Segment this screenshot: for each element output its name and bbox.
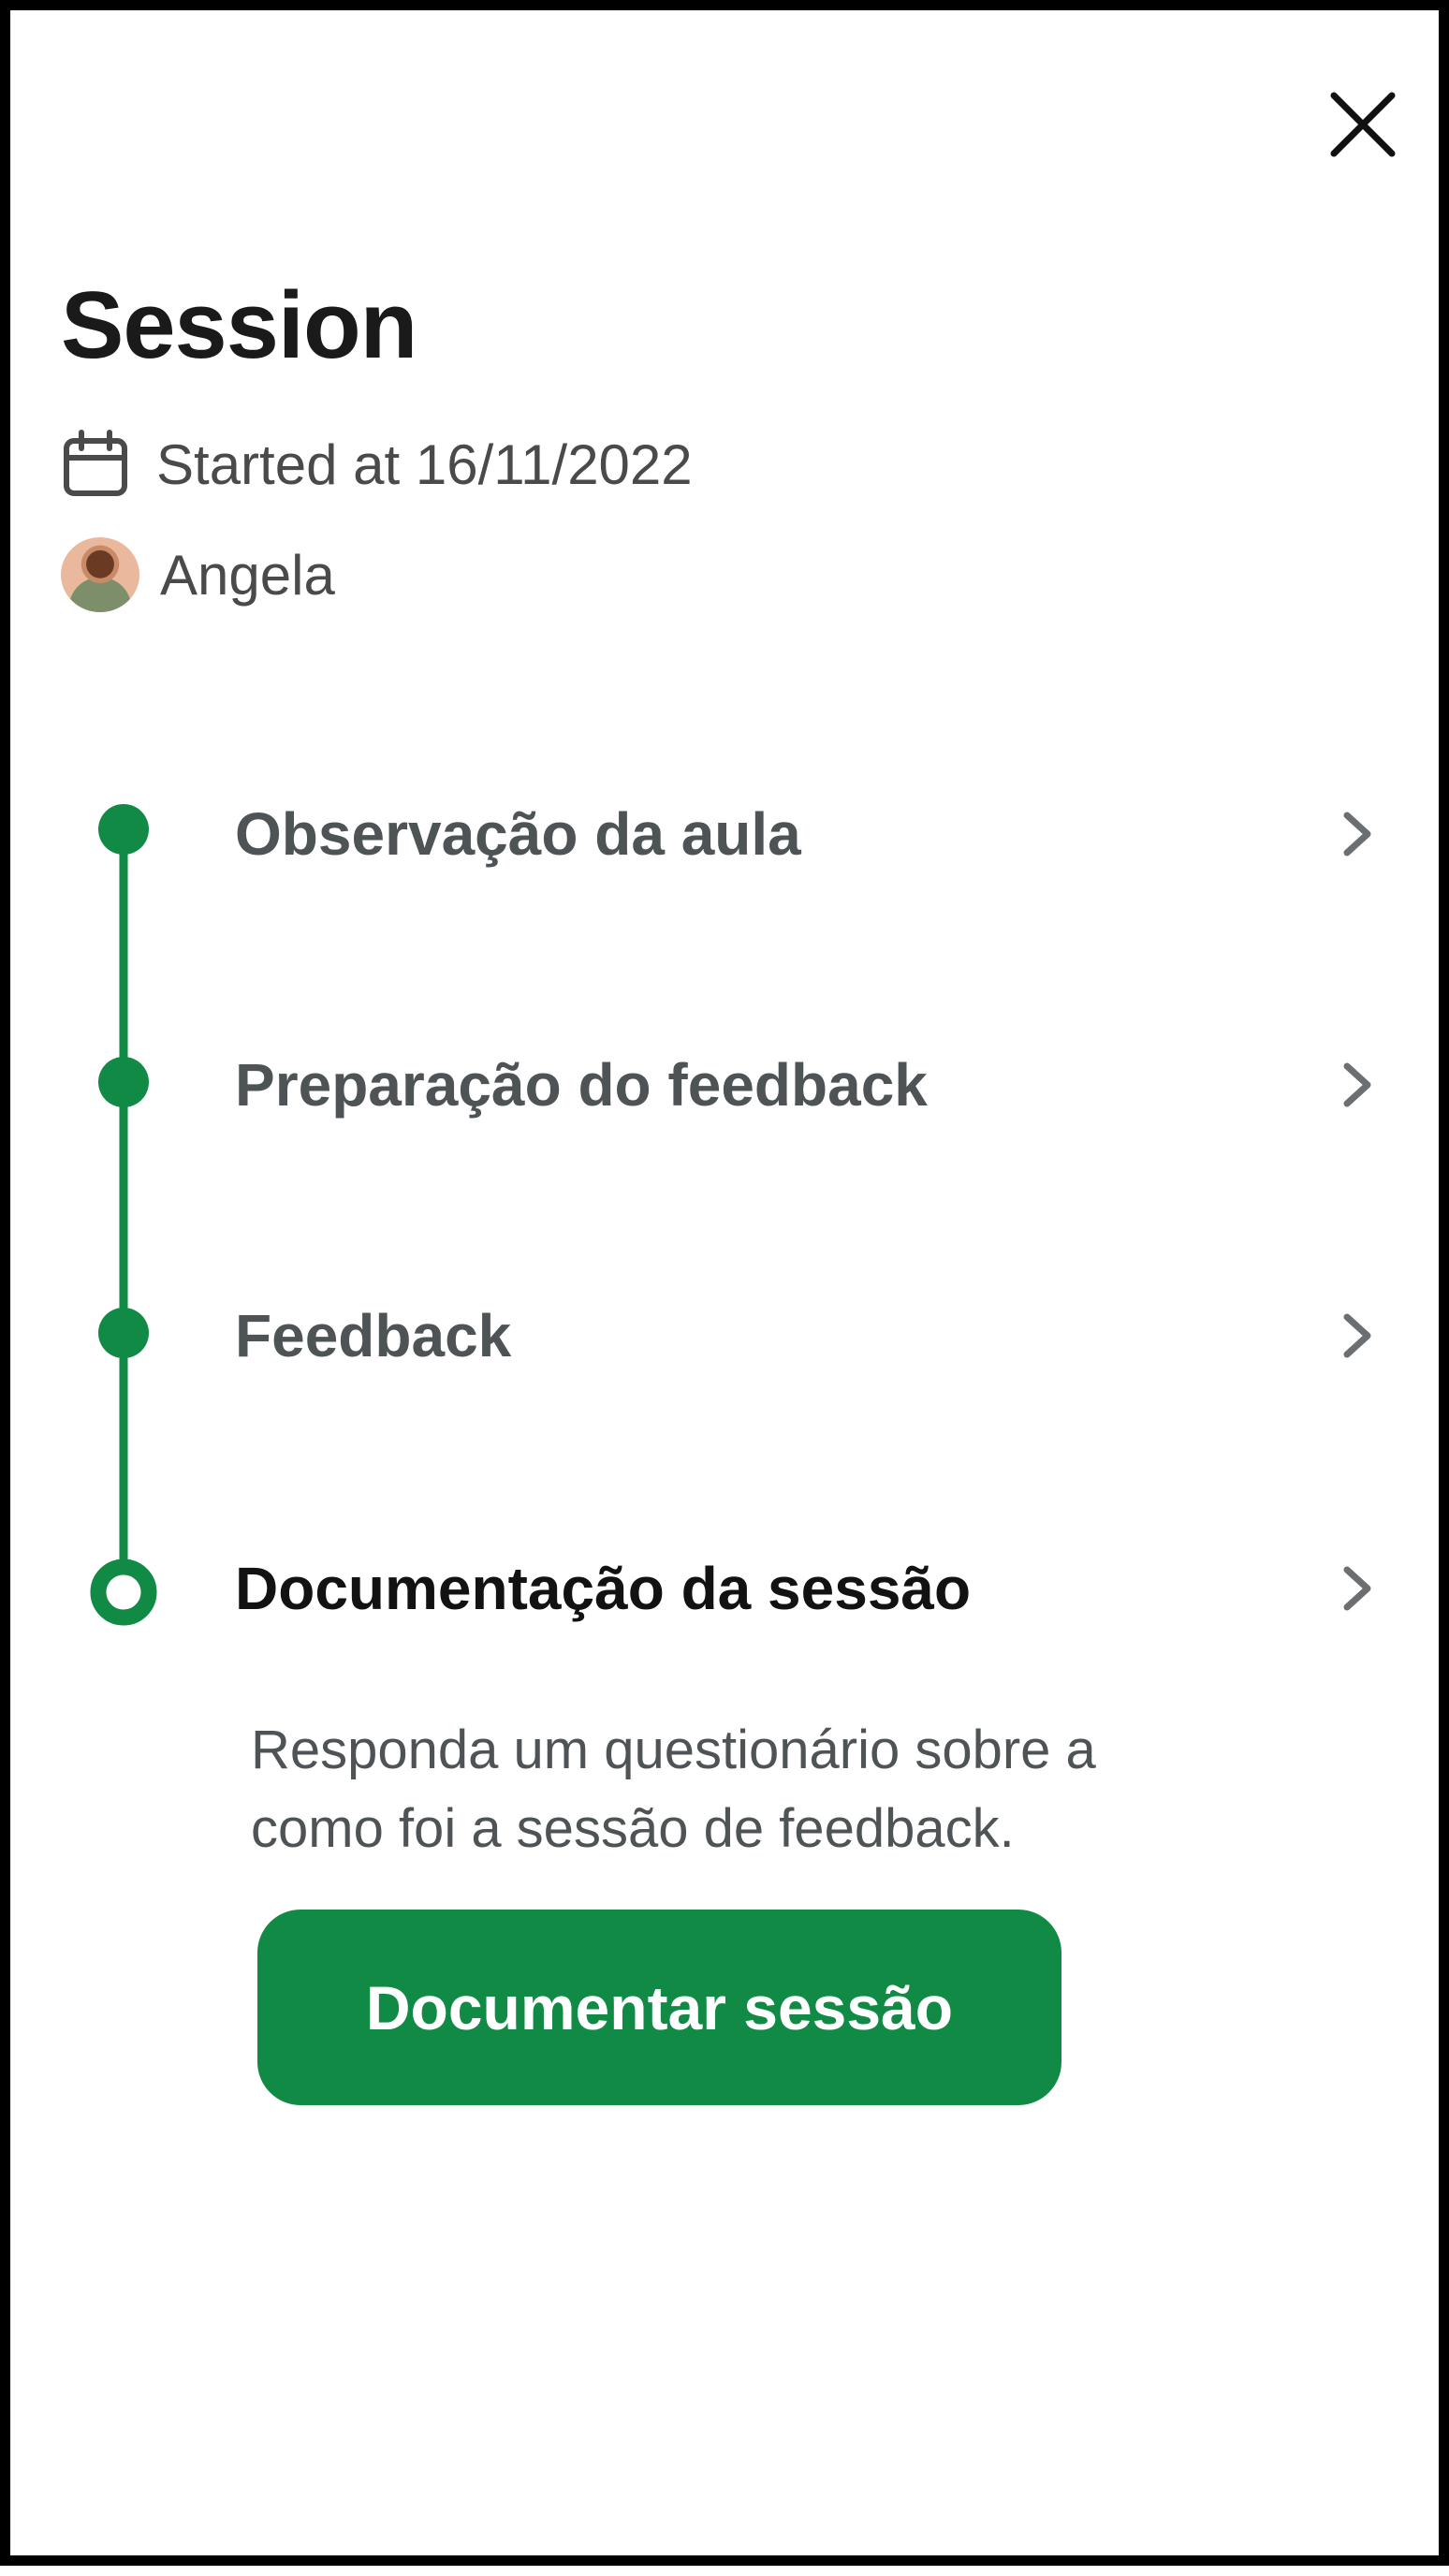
calendar-icon [61, 430, 130, 499]
step-label: Observação da aula [235, 800, 801, 868]
step-marker-completed [98, 1057, 149, 1107]
documentar-sessao-button[interactable]: Documentar sessão [257, 1910, 1061, 2105]
step-label: Documentação da sessão [235, 1555, 972, 1622]
step-label: Feedback [235, 1302, 512, 1369]
user-name: Angela [160, 543, 335, 607]
step-marker-completed [98, 1308, 149, 1358]
chevron-right-icon [1330, 1560, 1386, 1617]
session-start-date: Started at 16/11/2022 [61, 430, 693, 499]
close-icon [1330, 92, 1396, 157]
page-title: Session [61, 273, 417, 378]
start-date-text: Started at 16/11/2022 [156, 432, 693, 496]
step-marker-completed [98, 804, 149, 855]
close-button[interactable] [1324, 85, 1402, 164]
avatar [61, 537, 139, 612]
chevron-right-icon [1330, 1057, 1386, 1113]
step-preparacao[interactable]: Preparação do feedback [235, 1033, 1386, 1136]
step-documentacao[interactable]: Documentação da sessão [235, 1537, 1386, 1640]
step-feedback[interactable]: Feedback [235, 1284, 1386, 1387]
step-marker-current [90, 1559, 157, 1626]
session-user: Angela [61, 537, 335, 612]
chevron-right-icon [1330, 1308, 1386, 1364]
chevron-right-icon [1330, 806, 1386, 862]
app-frame: Session Started at 16/11/2022 Angela Obs… [0, 0, 1449, 2566]
step-label: Preparação do feedback [235, 1051, 928, 1119]
step-description: Responda um questionário sobre a como fo… [251, 1720, 1096, 1859]
step-observacao[interactable]: Observação da aula [235, 783, 1386, 886]
